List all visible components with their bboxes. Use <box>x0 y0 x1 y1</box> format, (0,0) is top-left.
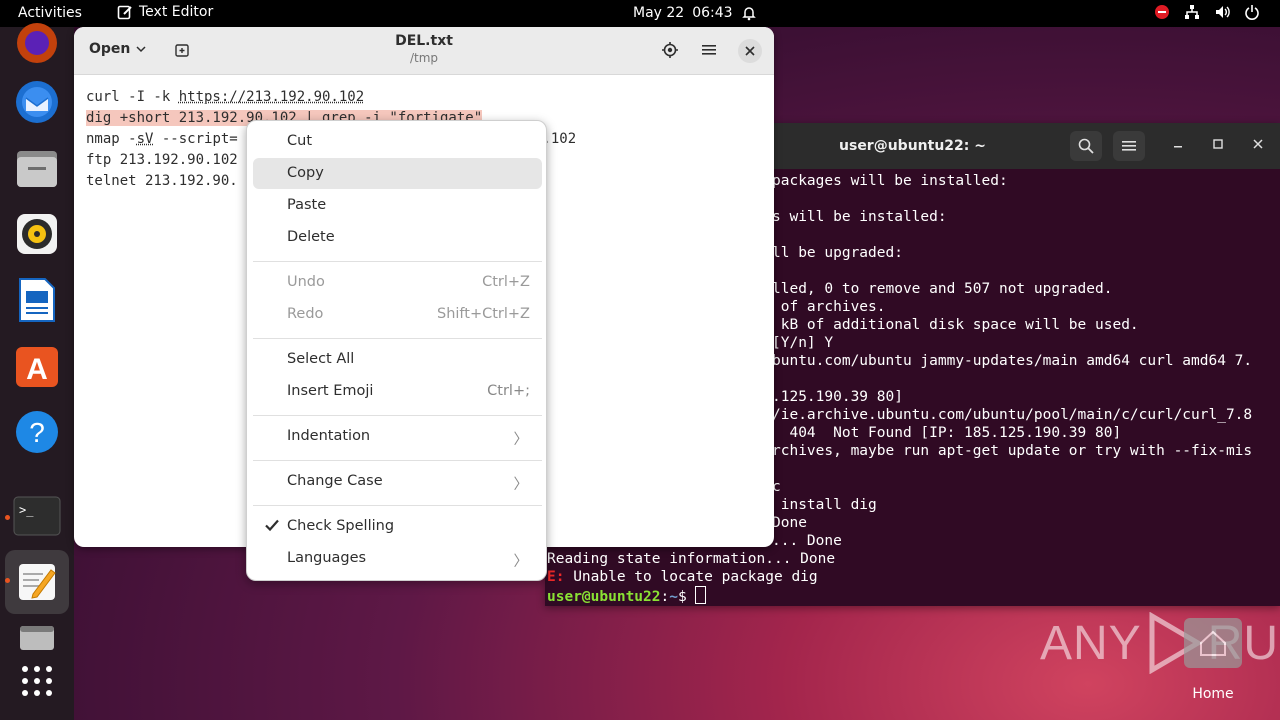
home-folder-icon <box>1184 618 1242 668</box>
menu-item-change-case[interactable]: Change Case 〉 <box>253 466 542 497</box>
home-label: Home <box>1192 686 1234 702</box>
recording-stop-icon <box>1155 5 1169 19</box>
menu-separator <box>253 261 542 262</box>
checkmark-icon <box>265 519 279 532</box>
document-settings-button[interactable] <box>661 41 679 63</box>
power-icon <box>1245 5 1259 20</box>
chevron-right-icon: 〉 <box>513 432 529 448</box>
text-cursor <box>695 586 707 604</box>
close-button[interactable] <box>1252 138 1264 154</box>
close-icon <box>1253 139 1263 149</box>
show-apps-icon[interactable] <box>13 657 61 705</box>
app-name: Text Editor <box>139 4 214 20</box>
menu-item-undo[interactable]: Undo Ctrl+Z <box>253 267 542 298</box>
error-prefix: E: <box>547 569 565 585</box>
text-editor-icon[interactable] <box>5 550 69 614</box>
dock: A ? >_ <box>0 23 74 720</box>
top-bar: Activities Text Editor May 22 06:43 <box>0 0 1280 27</box>
search-button[interactable] <box>1070 131 1102 161</box>
chevron-right-icon: 〉 <box>513 554 529 570</box>
volume-icon <box>1216 6 1230 18</box>
watermark-text-left: ANY <box>1040 616 1142 670</box>
libreoffice-writer-icon[interactable] <box>13 276 61 324</box>
close-window-button[interactable] <box>738 39 762 63</box>
svg-text:A: A <box>26 353 48 386</box>
running-indicator <box>5 515 10 520</box>
text-editor-small-icon <box>117 5 132 20</box>
minimize-button[interactable] <box>1172 138 1184 154</box>
disk-icon[interactable] <box>13 614 61 662</box>
desktop-home-icon[interactable]: Home <box>1183 618 1243 702</box>
menu-separator <box>253 460 542 461</box>
help-icon[interactable]: ? <box>13 408 61 456</box>
menu-item-cut[interactable]: Cut <box>253 126 542 157</box>
menu-item-indentation[interactable]: Indentation 〉 <box>253 421 542 452</box>
system-tray[interactable] <box>1154 4 1260 20</box>
main-menu-button[interactable] <box>702 41 716 60</box>
hamburger-icon <box>702 45 716 55</box>
search-icon <box>1078 138 1094 154</box>
menu-item-select-all[interactable]: Select All <box>253 344 542 375</box>
terminal-prompt[interactable]: user@ubuntu22:~$ <box>547 586 1252 605</box>
prompt-path: ~ <box>669 589 678 605</box>
terminal-icon[interactable]: >_ <box>13 492 61 540</box>
menu-separator <box>253 505 542 506</box>
terminal-error-line: E: Unable to locate package dig <box>547 568 1252 586</box>
firefox-icon[interactable] <box>13 19 61 67</box>
menu-separator <box>253 415 542 416</box>
settings-icon <box>662 42 678 58</box>
text-line: curl -I -k https://213.192.90.102 <box>86 89 365 105</box>
files-icon[interactable] <box>13 144 61 192</box>
app-center-icon[interactable]: A <box>13 342 61 390</box>
network-icon <box>1185 5 1199 19</box>
menu-item-paste[interactable]: Paste <box>253 190 542 221</box>
terminal-line: Reading state information... Done <box>547 551 836 567</box>
hamburger-icon <box>1122 141 1136 151</box>
anyrun-watermark: ANY RUN <box>1040 612 1280 674</box>
minimize-icon <box>1174 146 1182 148</box>
prompt-colon: : <box>660 589 670 605</box>
bell-icon <box>741 7 756 21</box>
error-text: Unable to locate package dig <box>564 569 818 585</box>
menu-item-check-spelling[interactable]: Check Spelling <box>253 511 542 542</box>
url-text: https://213.192.90.102 <box>178 89 365 105</box>
clock-date: May 22 <box>633 5 685 21</box>
menu-separator <box>253 338 542 339</box>
maximize-button[interactable] <box>1212 138 1224 154</box>
context-menu: Cut Copy Paste Delete Undo Ctrl+Z Redo Shi… <box>246 120 547 581</box>
svg-text:>_: >_ <box>19 503 34 517</box>
menu-item-insert-emoji[interactable]: Insert Emoji Ctrl+; <box>253 376 542 407</box>
running-indicator <box>5 578 10 583</box>
close-icon <box>745 46 755 56</box>
editor-header: Open DEL.txt /tmp <box>74 27 774 75</box>
svg-text:?: ? <box>29 417 45 448</box>
terminal-menu-button[interactable] <box>1113 131 1145 161</box>
maximize-icon <box>1213 139 1223 149</box>
menu-item-delete[interactable]: Delete <box>253 222 542 253</box>
app-menu[interactable]: Text Editor <box>117 4 213 20</box>
menu-item-languages[interactable]: Languages 〉 <box>253 543 542 574</box>
rhythmbox-icon[interactable] <box>13 210 61 258</box>
prompt-dollar: $ <box>677 589 696 605</box>
thunderbird-icon[interactable] <box>13 78 61 126</box>
prompt-user: user@ubuntu22 <box>547 589 661 605</box>
clock-time: 06:43 <box>692 5 733 21</box>
clock[interactable]: May 22 06:43 <box>633 5 757 21</box>
menu-item-copy[interactable]: Copy <box>253 158 542 189</box>
menu-item-redo[interactable]: Redo Shift+Ctrl+Z <box>253 299 542 330</box>
chevron-right-icon: 〉 <box>513 477 529 493</box>
